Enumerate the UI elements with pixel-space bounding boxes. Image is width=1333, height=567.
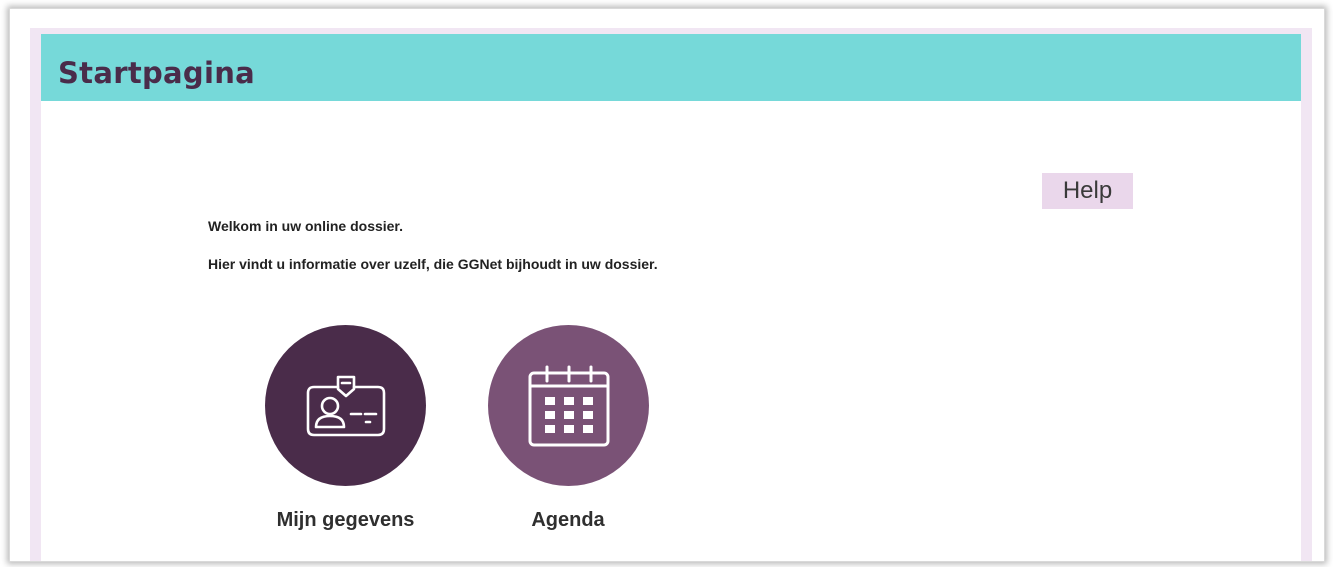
mijn-gegevens-circle[interactable] [265,325,426,486]
agenda-circle[interactable] [488,325,649,486]
browser-frame: Startpagina Help Welkom in uw online dos… [9,8,1325,562]
page-title: Startpagina [58,56,256,90]
agenda-label[interactable]: Agenda [459,509,677,532]
agenda-tile[interactable]: Agenda [459,325,659,545]
header-bar: Startpagina [41,34,1301,101]
main-panel: Startpagina Help Welkom in uw online dos… [41,34,1301,561]
info-text: Hier vindt u informatie over uzelf, die … [208,256,658,272]
mijn-gegevens-label[interactable]: Mijn gegevens [235,509,456,532]
welcome-text: Welkom in uw online dossier. [208,218,404,234]
id-card-icon [306,375,385,436]
help-button[interactable]: Help [1042,173,1133,209]
calendar-icon [528,365,609,446]
mijn-gegevens-tile[interactable]: Mijn gegevens [235,325,435,545]
